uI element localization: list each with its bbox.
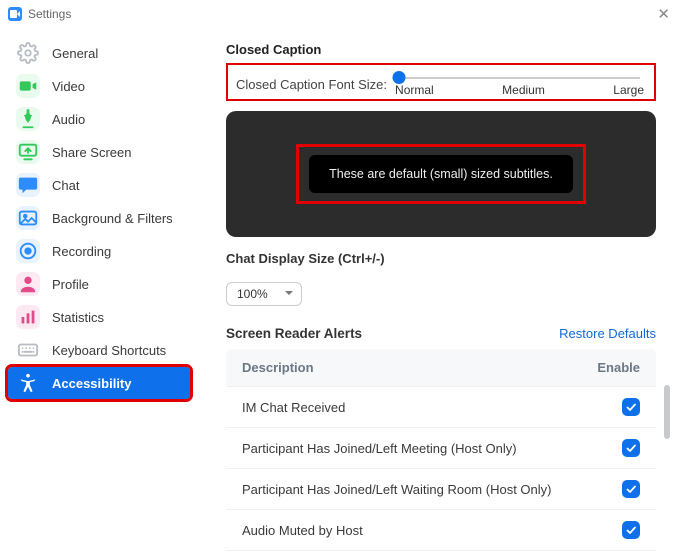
keyboard-icon xyxy=(16,338,40,362)
screen-reader-alerts-table: Description Enable IM Chat Received Part… xyxy=(226,349,656,551)
close-icon[interactable]: ✕ xyxy=(657,5,670,23)
alert-description: IM Chat Received xyxy=(242,400,580,415)
share-screen-icon xyxy=(16,140,40,164)
audio-icon xyxy=(16,107,40,131)
sidebar-item-keyboard-shortcuts[interactable]: Keyboard Shortcuts xyxy=(8,334,190,366)
sidebar-item-background-filters[interactable]: Background & Filters xyxy=(8,202,190,234)
sidebar-item-audio[interactable]: Audio xyxy=(8,103,190,135)
col-enable: Enable xyxy=(580,360,640,375)
enable-checkbox[interactable] xyxy=(622,521,640,539)
table-row: Participant Has Joined/Left Waiting Room… xyxy=(226,469,656,510)
slider-tick-normal: Normal xyxy=(395,83,434,97)
sidebar-item-video[interactable]: Video xyxy=(8,70,190,102)
sidebar-item-label: Audio xyxy=(52,112,85,127)
sidebar-item-label: General xyxy=(52,46,98,61)
closed-caption-size-label: Closed Caption Font Size: xyxy=(236,77,387,92)
profile-icon xyxy=(16,272,40,296)
chat-display-size-value: 100% xyxy=(237,287,268,301)
accessibility-icon xyxy=(16,371,40,395)
sidebar-item-label: Recording xyxy=(52,244,111,259)
slider-thumb[interactable] xyxy=(393,71,406,84)
sidebar-item-label: Share Screen xyxy=(52,145,132,160)
main-panel: Closed Caption Closed Caption Font Size:… xyxy=(198,28,680,559)
gear-icon xyxy=(16,41,40,65)
slider-tick-medium: Medium xyxy=(502,83,545,97)
enable-checkbox[interactable] xyxy=(622,439,640,457)
zoom-logo-icon xyxy=(8,7,22,21)
table-row: IM Chat Received xyxy=(226,387,656,428)
alert-description: Participant Has Joined/Left Meeting (Hos… xyxy=(242,441,580,456)
table-row: Audio Muted by Host xyxy=(226,510,656,551)
window-title: Settings xyxy=(28,7,71,21)
recording-icon xyxy=(16,239,40,263)
sidebar-item-profile[interactable]: Profile xyxy=(8,268,190,300)
chat-display-size-select[interactable]: 100% xyxy=(226,282,302,306)
col-description: Description xyxy=(242,360,580,375)
slider-tick-large: Large xyxy=(613,83,644,97)
sidebar-item-label: Keyboard Shortcuts xyxy=(52,343,166,358)
sidebar-item-recording[interactable]: Recording xyxy=(8,235,190,267)
caption-preview-highlight: These are default (small) sized subtitle… xyxy=(296,144,586,204)
alert-description: Audio Muted by Host xyxy=(242,523,580,538)
titlebar: Settings ✕ xyxy=(0,0,680,28)
sidebar-item-share-screen[interactable]: Share Screen xyxy=(8,136,190,168)
video-icon xyxy=(16,74,40,98)
sidebar-item-label: Chat xyxy=(52,178,79,193)
sidebar-item-chat[interactable]: Chat xyxy=(8,169,190,201)
sidebar-item-accessibility[interactable]: Accessibility xyxy=(8,367,190,399)
background-icon xyxy=(16,206,40,230)
sidebar: General Video Audio Share Screen Chat xyxy=(0,28,198,559)
screen-reader-alerts-title: Screen Reader Alerts xyxy=(226,326,362,341)
chat-display-size-label: Chat Display Size (Ctrl+/-) xyxy=(226,251,656,266)
table-row: Participant Has Joined/Left Meeting (Hos… xyxy=(226,428,656,469)
enable-checkbox[interactable] xyxy=(622,398,640,416)
closed-caption-title: Closed Caption xyxy=(226,42,656,57)
scrollbar-thumb[interactable] xyxy=(664,385,670,439)
enable-checkbox[interactable] xyxy=(622,480,640,498)
caption-preview: These are default (small) sized subtitle… xyxy=(226,111,656,237)
closed-caption-size-slider[interactable]: Normal Medium Large xyxy=(395,71,644,97)
sidebar-item-label: Profile xyxy=(52,277,89,292)
table-header-row: Description Enable xyxy=(226,349,656,387)
sidebar-item-label: Statistics xyxy=(52,310,104,325)
sidebar-item-label: Video xyxy=(52,79,85,94)
chevron-down-icon xyxy=(285,291,293,295)
alert-description: Participant Has Joined/Left Waiting Room… xyxy=(242,482,580,497)
sidebar-item-statistics[interactable]: Statistics xyxy=(8,301,190,333)
sidebar-item-label: Background & Filters xyxy=(52,211,173,226)
caption-preview-text: These are default (small) sized subtitle… xyxy=(309,155,573,193)
restore-defaults-link[interactable]: Restore Defaults xyxy=(559,326,656,341)
closed-caption-size-box: Closed Caption Font Size: Normal Medium … xyxy=(226,63,656,101)
sidebar-item-label: Accessibility xyxy=(52,376,132,391)
sidebar-item-general[interactable]: General xyxy=(8,37,190,69)
statistics-icon xyxy=(16,305,40,329)
chat-icon xyxy=(16,173,40,197)
